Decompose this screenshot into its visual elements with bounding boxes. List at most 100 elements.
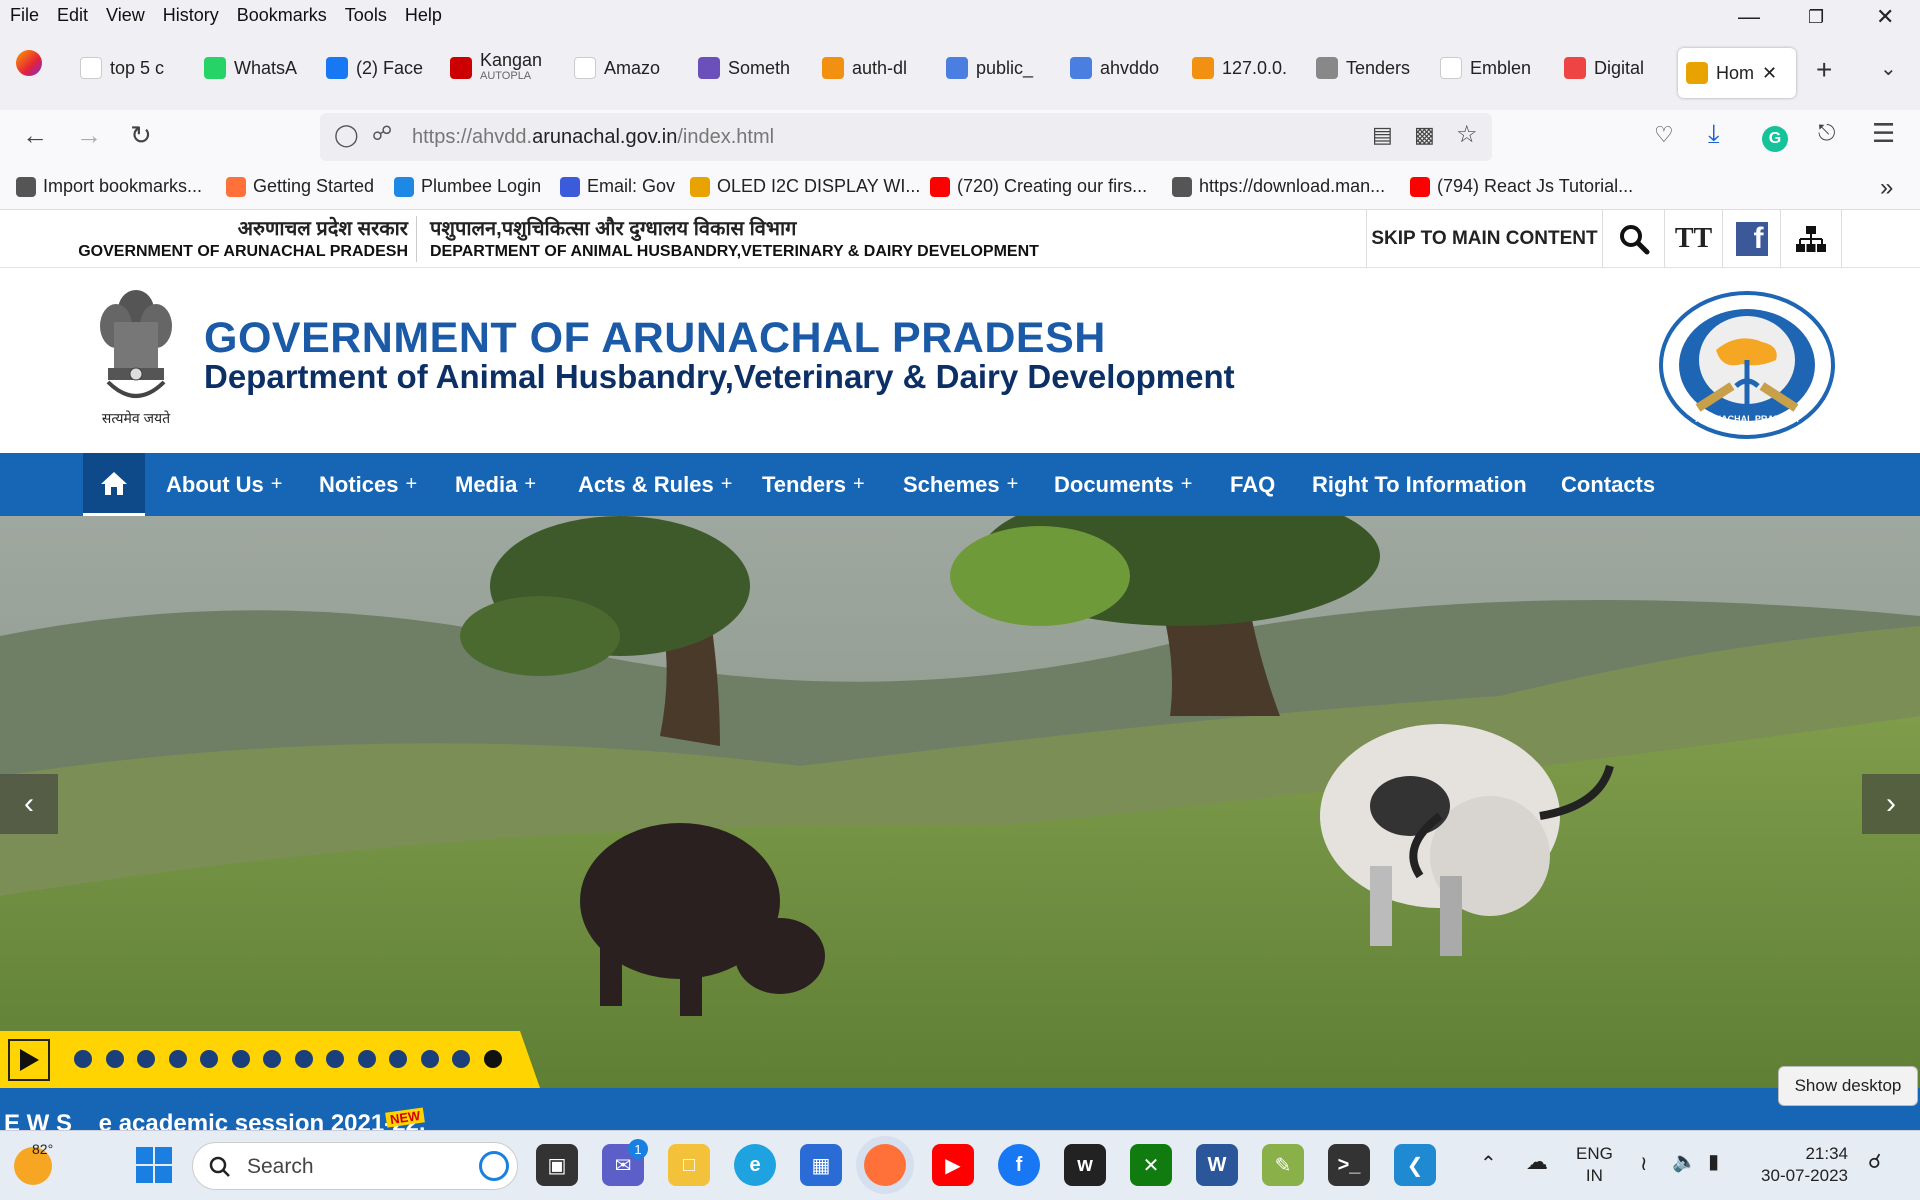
nav-item[interactable]: Tenders + <box>762 453 865 516</box>
task-view-icon[interactable]: ▣ <box>536 1144 578 1186</box>
menu-history[interactable]: History <box>163 5 219 26</box>
bookmark-item[interactable]: https://download.man... <box>1172 176 1385 197</box>
vscode-icon[interactable]: ❮ <box>1394 1144 1436 1186</box>
facebook-icon[interactable]: f <box>1722 210 1780 268</box>
close-tab-icon[interactable]: ✕ <box>1762 63 1777 84</box>
sitemap-icon[interactable] <box>1780 210 1842 268</box>
clock[interactable]: 21:34 30-07-2023 <box>1760 1143 1848 1187</box>
edge-icon[interactable]: e <box>734 1144 776 1186</box>
home-nav-item[interactable] <box>83 453 145 516</box>
slide-dot[interactable] <box>452 1050 470 1068</box>
pocket-icon[interactable]: ♡ <box>1654 122 1674 148</box>
slide-dot[interactable] <box>483 1050 502 1068</box>
browser-tab[interactable]: Amazo <box>574 48 682 88</box>
browser-tab[interactable]: WhatsA <box>204 48 312 88</box>
bookmark-item[interactable]: Plumbee Login <box>394 176 541 197</box>
more-bookmarks-icon[interactable]: » <box>1880 174 1893 202</box>
menu-tools[interactable]: Tools <box>345 5 387 26</box>
browser-tab[interactable]: ahvddo <box>1070 48 1178 88</box>
shield-icon[interactable]: ◯ <box>334 122 359 148</box>
slide-dot[interactable] <box>168 1050 187 1068</box>
taskbar-search[interactable]: Search <box>192 1142 518 1190</box>
menu-bookmarks[interactable]: Bookmarks <box>237 5 327 26</box>
reload-icon[interactable]: ↻ <box>130 120 152 151</box>
browser-tab[interactable]: Hom ✕ <box>1678 48 1796 98</box>
ticker-text[interactable]: E W S e academic session 2021-22. <box>4 1110 426 1130</box>
browser-tab[interactable]: public_ <box>946 48 1054 88</box>
slide-dot[interactable] <box>294 1050 313 1068</box>
browser-tab[interactable]: Digital <box>1564 48 1672 88</box>
nav-item[interactable]: Notices + <box>319 453 417 516</box>
notifications-icon[interactable]: ☌ <box>1868 1149 1881 1174</box>
slide-dot[interactable] <box>389 1050 407 1068</box>
nav-item[interactable]: FAQ <box>1230 453 1275 516</box>
url-text[interactable]: https://ahvdd.arunachal.gov.in/index.htm… <box>412 126 774 149</box>
browser-tab[interactable]: (2) Face <box>326 48 434 88</box>
browser-tab[interactable]: auth-dl <box>822 48 930 88</box>
news-ticker[interactable]: E W S e academic session 2021-22. NEW <box>0 1088 1920 1130</box>
wifi-icon[interactable]: ≀ <box>1640 1151 1648 1176</box>
bookmark-item[interactable]: Getting Started <box>226 176 374 197</box>
nav-item[interactable]: Media + <box>455 453 536 516</box>
slide-dot[interactable] <box>200 1050 218 1068</box>
slide-dot[interactable] <box>357 1050 376 1068</box>
close-window-icon[interactable]: ✕ <box>1876 4 1894 30</box>
restore-icon[interactable]: ❐ <box>1808 7 1824 28</box>
facebook-app-icon[interactable]: f <box>998 1144 1040 1186</box>
bookmark-item[interactable]: Import bookmarks... <box>16 176 202 197</box>
firefox-taskbar-icon[interactable] <box>864 1144 906 1186</box>
volume-icon[interactable]: 🔈 <box>1672 1149 1697 1174</box>
youtube-icon[interactable]: ▶ <box>932 1144 974 1186</box>
word-icon[interactable]: W <box>1196 1144 1238 1186</box>
browser-tab[interactable]: Emblen <box>1440 48 1548 88</box>
tab-list-icon[interactable]: ⌄ <box>1880 56 1897 81</box>
national-emblem[interactable]: सत्यमेव जयते <box>86 282 186 432</box>
browser-tab[interactable]: Someth <box>698 48 806 88</box>
nav-item[interactable]: Schemes + <box>903 453 1018 516</box>
slide-dot[interactable] <box>326 1050 344 1068</box>
terminal-icon[interactable]: >_ <box>1328 1144 1370 1186</box>
xbox-icon[interactable]: ✕ <box>1130 1144 1172 1186</box>
forward-icon[interactable]: → <box>76 120 102 151</box>
nav-item[interactable]: Contacts <box>1561 453 1655 516</box>
slide-dot[interactable] <box>74 1050 92 1068</box>
nav-item[interactable]: Acts & Rules + <box>578 453 732 516</box>
department-logo[interactable]: ARUNACHAL PRADESH <box>1658 290 1836 440</box>
slide-dot[interactable] <box>105 1050 124 1068</box>
bookmark-star-icon[interactable]: ☆ <box>1456 120 1478 149</box>
grammarly-icon[interactable]: G <box>1762 126 1788 152</box>
skip-to-main-content-link[interactable]: SKIP TO MAIN CONTENT <box>1366 210 1602 268</box>
browser-tab[interactable]: top 5 c <box>80 48 188 88</box>
menu-help[interactable]: Help <box>405 5 442 26</box>
slide-dot[interactable] <box>420 1050 439 1068</box>
bookmark-item[interactable]: (794) React Js Tutorial... <box>1410 176 1633 197</box>
slide-dot[interactable] <box>231 1050 250 1068</box>
nav-item[interactable]: About Us + <box>166 453 282 516</box>
picture-in-picture-icon[interactable]: ▩ <box>1414 122 1435 148</box>
browser-tab[interactable]: Kangan AUTOPLA <box>450 48 558 88</box>
search-icon[interactable] <box>1602 210 1664 268</box>
language-indicator[interactable]: ENG IN <box>1576 1143 1613 1187</box>
downloads-icon[interactable]: ⤓ <box>1708 118 1720 150</box>
file-explorer-icon[interactable]: □ <box>668 1144 710 1186</box>
next-slide-button[interactable]: › <box>1862 774 1920 834</box>
minimize-icon[interactable]: — <box>1738 4 1760 30</box>
onedrive-icon[interactable]: ☁ <box>1526 1149 1548 1175</box>
bing-icon[interactable] <box>479 1151 509 1181</box>
prev-slide-button[interactable]: ‹ <box>0 774 58 834</box>
chevron-up-icon[interactable]: ⌃ <box>1480 1151 1497 1176</box>
bookmark-item[interactable]: Email: Gov <box>560 176 675 197</box>
reader-view-icon[interactable]: ▤ <box>1372 122 1393 148</box>
start-button[interactable] <box>136 1147 172 1183</box>
extensions-icon[interactable]: ⎋ <box>1818 120 1835 146</box>
lock-icon[interactable]: ☍ <box>372 121 392 146</box>
new-tab-icon[interactable]: + <box>1816 54 1832 86</box>
battery-icon[interactable]: ▮ <box>1708 1149 1719 1174</box>
firefox-menu-icon[interactable] <box>16 50 42 76</box>
store-icon[interactable]: ▦ <box>800 1144 842 1186</box>
paint-icon[interactable]: ✎ <box>1262 1144 1304 1186</box>
text-size-icon[interactable]: TT <box>1664 210 1722 268</box>
slide-dot[interactable] <box>137 1050 155 1068</box>
address-bar[interactable]: ◯ ☍ https://ahvdd.arunachal.gov.in/index… <box>320 113 1492 161</box>
app-menu-icon[interactable]: ☰ <box>1872 118 1895 149</box>
